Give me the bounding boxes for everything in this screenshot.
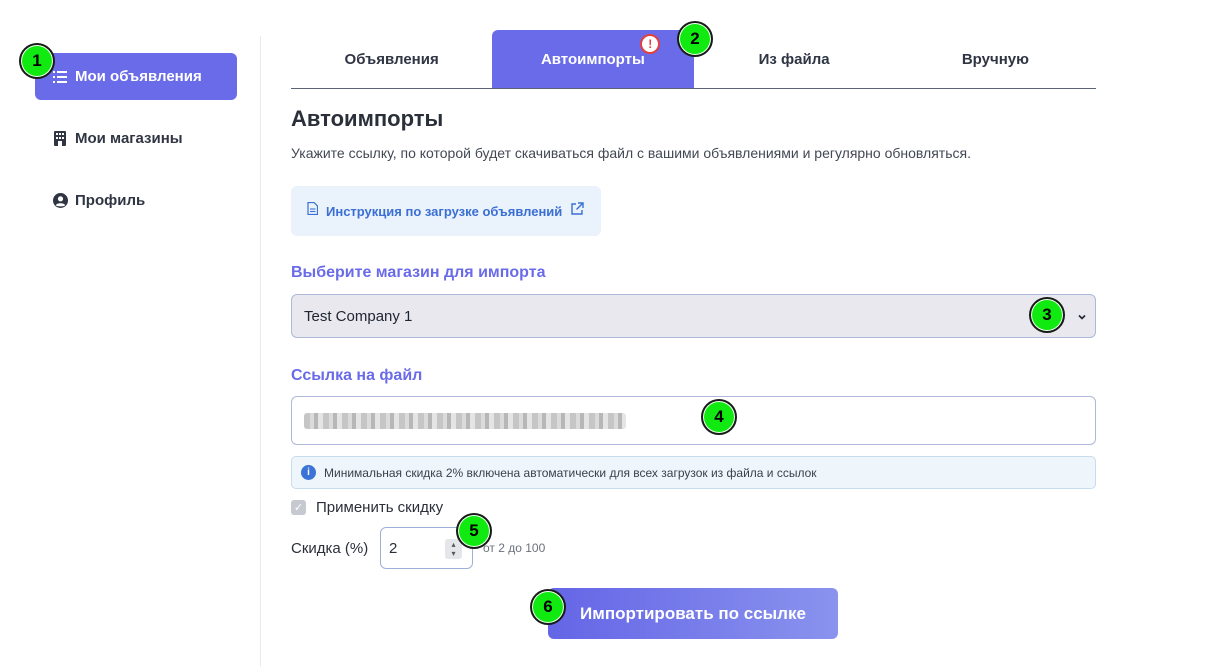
page-description: Укажите ссылку, по которой будет скачива…	[291, 145, 971, 161]
chevron-down-icon	[1077, 309, 1087, 326]
step-marker: 1	[19, 43, 55, 79]
tab-autoimports[interactable]: Автоимпорты !	[492, 30, 694, 88]
user-circle-icon	[51, 192, 69, 210]
sidebar-item-label: Мои магазины	[75, 130, 183, 147]
guide-link[interactable]: Инструкция по загрузке объявлений	[326, 204, 562, 219]
step-marker: 4	[701, 399, 737, 435]
discount-label: Скидка (%)	[291, 540, 369, 557]
building-icon	[51, 130, 69, 148]
sidebar-item-my-ads[interactable]: Мои объявления	[35, 53, 237, 100]
sidebar-item-label: Мои объявления	[75, 68, 202, 85]
tab-from-file[interactable]: Из файла	[694, 30, 895, 88]
shop-select[interactable]: Test Company 1	[291, 294, 1096, 338]
tab-label: Вручную	[961, 50, 1029, 68]
info-icon: i	[301, 465, 316, 480]
list-icon	[51, 68, 69, 86]
discount-hint: от 2 до 100	[483, 541, 546, 555]
step-marker: 6	[530, 589, 566, 625]
guide-box: Инструкция по загрузке объявлений	[291, 186, 601, 236]
tab-label: Объявления	[344, 50, 439, 68]
warning-badge: !	[640, 34, 661, 54]
tab-manual[interactable]: Вручную	[895, 30, 1096, 88]
import-by-link-button[interactable]: Импортировать по ссылке	[548, 588, 838, 639]
tab-label: Из файла	[758, 50, 830, 68]
step-marker: 2	[677, 21, 713, 57]
page: Мои объявления Мои магазины Профиль Объя…	[0, 0, 1219, 667]
info-text: Минимальная скидка 2% включена автоматич…	[324, 465, 817, 480]
apply-discount-checkbox[interactable]: ✓	[291, 500, 306, 515]
page-title: Автоимпорты	[291, 106, 444, 131]
file-link-label: Ссылка на файл	[291, 367, 423, 384]
sidebar-item-my-shops[interactable]: Мои магазины	[35, 115, 237, 162]
document-icon	[307, 201, 319, 220]
tab-label: Автоимпорты	[540, 50, 645, 68]
sidebar-divider	[260, 36, 261, 667]
sidebar-item-label: Профиль	[75, 192, 146, 209]
tab-listings[interactable]: Объявления	[291, 30, 492, 88]
step-marker: 3	[1029, 297, 1065, 333]
apply-discount-row: ✓ Применить скидку	[291, 499, 443, 516]
discount-value: 2	[389, 539, 398, 557]
apply-discount-label: Применить скидку	[316, 499, 444, 516]
info-notice: i Минимальная скидка 2% включена автомат…	[291, 456, 1096, 489]
shop-select-label: Выберите магазин для импорта	[291, 264, 546, 281]
external-link-icon[interactable]	[570, 201, 584, 221]
step-marker: 5	[456, 513, 492, 549]
redacted-url	[304, 413, 626, 429]
shop-select-value: Test Company 1	[304, 307, 413, 325]
file-link-input[interactable]	[291, 396, 1096, 445]
sidebar-item-profile[interactable]: Профиль	[35, 177, 237, 224]
